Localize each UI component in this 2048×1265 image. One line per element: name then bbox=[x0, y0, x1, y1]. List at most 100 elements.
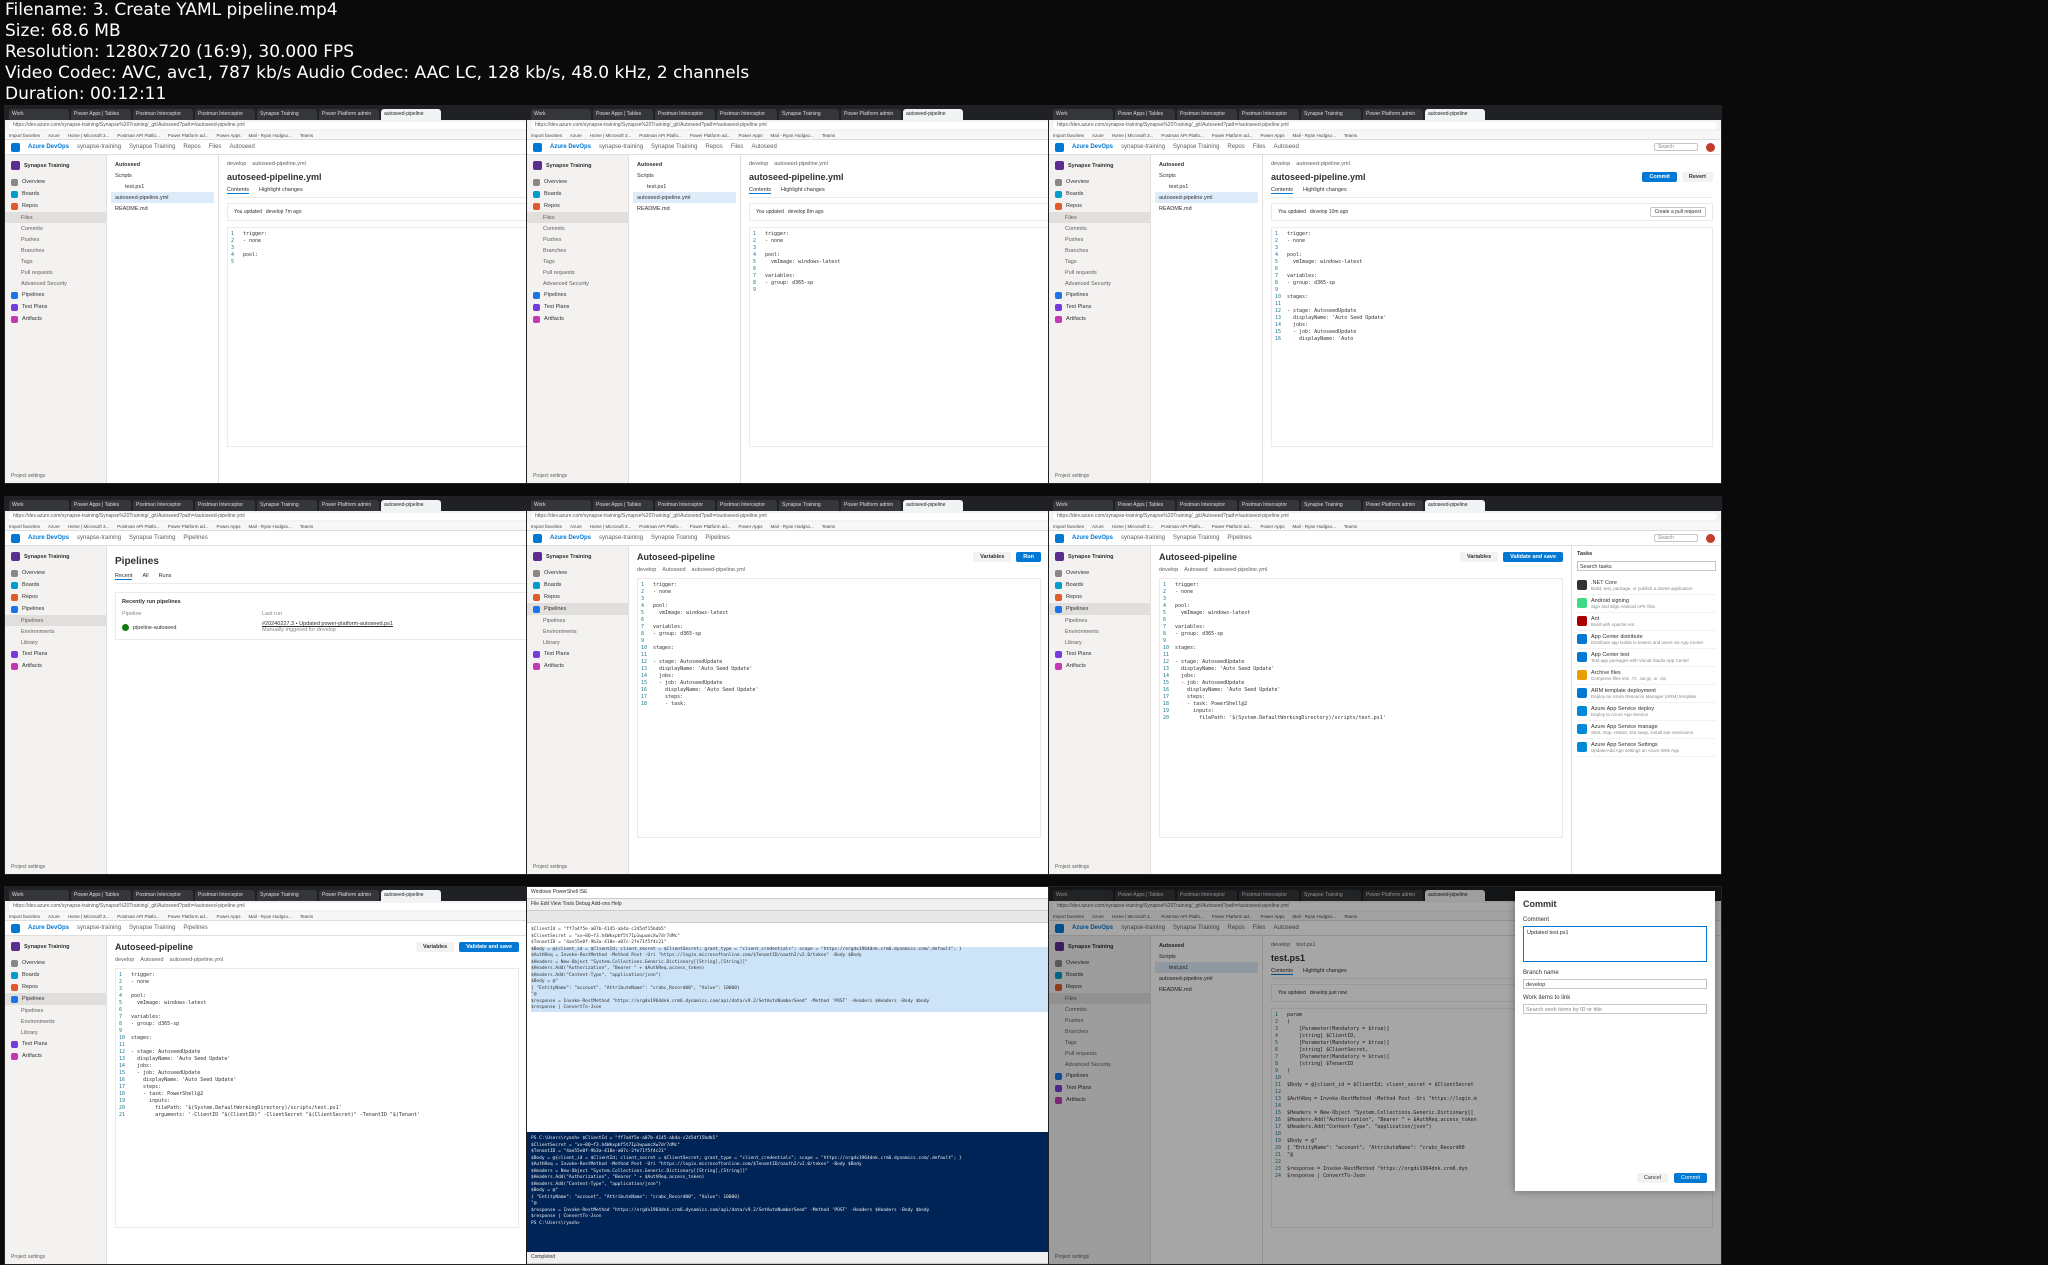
task-item[interactable]: ARM template deploymentDeploy an Azure R… bbox=[1577, 685, 1716, 703]
browser-tab[interactable]: Power Apps | Tables bbox=[71, 109, 131, 120]
breadcrumb-item[interactable]: Synapse Training bbox=[129, 535, 175, 541]
avatar[interactable] bbox=[1706, 142, 1715, 152]
run-button[interactable]: Validate and save bbox=[459, 942, 519, 952]
tab-highlight-changes[interactable]: Highlight changes bbox=[781, 187, 825, 194]
sidebar-item-repos[interactable]: Repos bbox=[5, 591, 106, 603]
sidebar-item-overview[interactable]: Overview bbox=[1049, 567, 1150, 579]
bookmark[interactable]: Power Platform ad... bbox=[690, 524, 731, 529]
browser-tab[interactable]: Work bbox=[9, 109, 69, 120]
breadcrumb-item[interactable]: synapse-training bbox=[1121, 535, 1165, 541]
sidebar-item-overview[interactable]: Overview bbox=[5, 176, 106, 188]
browser-tab[interactable]: autoseed-pipeline bbox=[381, 890, 441, 901]
browser-tab[interactable]: Work bbox=[531, 109, 591, 120]
sidebar-item-commits[interactable]: Commits bbox=[527, 223, 628, 234]
browser-tab[interactable]: autoseed-pipeline bbox=[381, 109, 441, 120]
browser-tab[interactable]: Power Apps | Tables bbox=[71, 500, 131, 511]
sidebar-item-test-plans[interactable]: Test Plans bbox=[527, 648, 628, 660]
sidebar-item-boards[interactable]: Boards bbox=[1049, 579, 1150, 591]
breadcrumb-item[interactable]: Files bbox=[209, 144, 222, 150]
sidebar-item-pipelines[interactable]: Pipelines bbox=[1049, 289, 1150, 301]
breadcrumb-item[interactable]: Synapse Training bbox=[651, 144, 697, 150]
search-input[interactable]: Search bbox=[1654, 143, 1698, 151]
bookmark[interactable]: Power Platform ad... bbox=[168, 133, 209, 138]
file-readme[interactable]: README.md bbox=[111, 203, 214, 214]
bookmark[interactable]: Azure bbox=[1092, 133, 1104, 138]
sidebar-item-library[interactable]: Library bbox=[5, 637, 106, 648]
sidebar-item-pull-requests[interactable]: Pull requests bbox=[527, 267, 628, 278]
sidebar-item-tags[interactable]: Tags bbox=[1049, 256, 1150, 267]
banner-branch[interactable]: develop 10m ago bbox=[1310, 209, 1348, 215]
bookmark[interactable]: Postman API Platfo... bbox=[1161, 524, 1204, 529]
breadcrumb-item[interactable]: Autoseed bbox=[1273, 144, 1298, 150]
azure-devops-logo[interactable] bbox=[11, 923, 20, 933]
sidebar-item-repos[interactable]: Repos bbox=[5, 981, 106, 993]
sidebar-item-artifacts[interactable]: Artifacts bbox=[1049, 660, 1150, 672]
breadcrumb-item[interactable]: Synapse Training bbox=[129, 144, 175, 150]
sidebar-item-overview[interactable]: Overview bbox=[5, 957, 106, 969]
bookmark[interactable]: Mail - Ryan Hodgso... bbox=[771, 524, 814, 529]
bookmark[interactable]: Mail - Ryan Hodgso... bbox=[771, 133, 814, 138]
commit-confirm-button[interactable]: Commit bbox=[1674, 1173, 1707, 1183]
breadcrumb-item[interactable]: synapse-training bbox=[1121, 144, 1165, 150]
variables-button[interactable]: Variables bbox=[973, 552, 1012, 562]
folder-scripts[interactable]: Scripts bbox=[633, 170, 736, 181]
sidebar-item-pipelines[interactable]: Pipelines bbox=[5, 993, 106, 1005]
sidebar-item-pipelines[interactable]: Pipelines bbox=[527, 289, 628, 301]
sidebar-item-test-plans[interactable]: Test Plans bbox=[1049, 648, 1150, 660]
browser-tab[interactable]: Postman Interceptor bbox=[1177, 109, 1237, 120]
project-header[interactable]: Synapse Training bbox=[1049, 159, 1150, 172]
bookmark[interactable]: Power Platform ad... bbox=[1212, 524, 1253, 529]
sidebar-item-repos[interactable]: Repos bbox=[1049, 591, 1150, 603]
breadcrumb-item[interactable]: synapse-training bbox=[77, 925, 121, 931]
browser-tab[interactable]: Power Platform admin bbox=[319, 109, 379, 120]
browser-tab[interactable]: Postman Interceptor bbox=[133, 500, 193, 511]
bookmark[interactable]: Import favorites bbox=[531, 524, 562, 529]
breadcrumb-item[interactable]: synapse-training bbox=[77, 144, 121, 150]
browser-tab[interactable]: Synapse Training bbox=[257, 109, 317, 120]
browser-tab[interactable]: Power Platform admin bbox=[1363, 500, 1423, 511]
sidebar-item-pull-requests[interactable]: Pull requests bbox=[5, 267, 106, 278]
project-header[interactable]: Synapse Training bbox=[527, 550, 628, 563]
variables-button[interactable]: Variables bbox=[415, 942, 455, 952]
bookmark[interactable]: Azure bbox=[570, 133, 582, 138]
sidebar-item-pipelines[interactable]: Pipelines bbox=[527, 603, 628, 615]
sidebar-item-boards[interactable]: Boards bbox=[1049, 188, 1150, 200]
address-bar[interactable]: https://dev.azure.com/synapse-training/S… bbox=[1053, 122, 1717, 129]
bookmark[interactable]: Import favorites bbox=[9, 914, 40, 919]
azure-devops-logo[interactable] bbox=[11, 142, 20, 152]
sidebar-item-pipelines[interactable]: Pipelines bbox=[5, 289, 106, 301]
sidebar-item-library[interactable]: Library bbox=[1049, 637, 1150, 648]
sidebar-item-pushes[interactable]: Pushes bbox=[1049, 234, 1150, 245]
breadcrumb-item[interactable]: Autoseed bbox=[751, 144, 776, 150]
breadcrumb-item[interactable]: Synapse Training bbox=[129, 925, 175, 931]
azure-devops-logo[interactable] bbox=[533, 142, 542, 152]
browser-tab[interactable]: Postman Interceptor bbox=[717, 500, 777, 511]
bookmark[interactable]: Mail - Ryan Hodgso... bbox=[1293, 133, 1336, 138]
sidebar-item-files[interactable]: Files bbox=[5, 212, 106, 223]
banner-branch[interactable]: develop 8m ago bbox=[788, 209, 824, 215]
variables-button[interactable]: Variables bbox=[1459, 552, 1499, 562]
browser-tab[interactable]: Power Platform admin bbox=[319, 890, 379, 901]
bookmark[interactable]: Power Platform ad... bbox=[690, 133, 731, 138]
task-item[interactable]: Azure App Service deployDeploy to Azure … bbox=[1577, 703, 1716, 721]
sidebar-item-pipelines[interactable]: Pipelines bbox=[5, 1005, 106, 1016]
sidebar-item-overview[interactable]: Overview bbox=[1049, 176, 1150, 188]
breadcrumb-item[interactable]: Synapse Training bbox=[1173, 535, 1219, 541]
browser-tab[interactable]: Work bbox=[1053, 500, 1113, 511]
bookmark[interactable]: Azure bbox=[570, 524, 582, 529]
browser-tab[interactable]: Synapse Training bbox=[257, 890, 317, 901]
browser-tab[interactable]: Power Apps | Tables bbox=[593, 500, 653, 511]
browser-tab[interactable]: Work bbox=[9, 890, 69, 901]
sidebar-item-commits[interactable]: Commits bbox=[5, 223, 106, 234]
tab-recent[interactable]: Recent bbox=[115, 573, 133, 580]
sidebar-item-branches[interactable]: Branches bbox=[527, 245, 628, 256]
azure-devops-logo[interactable] bbox=[11, 533, 20, 543]
browser-tab[interactable]: Postman Interceptor bbox=[717, 109, 777, 120]
bookmark[interactable]: Teams bbox=[300, 914, 313, 919]
breadcrumb-item[interactable]: Pipelines bbox=[1227, 535, 1251, 541]
sidebar-item-overview[interactable]: Overview bbox=[527, 176, 628, 188]
branch-selector[interactable]: develop bbox=[1271, 161, 1290, 167]
breadcrumb-item[interactable]: synapse-training bbox=[77, 535, 121, 541]
bookmark[interactable]: Azure bbox=[1092, 524, 1104, 529]
project-header[interactable]: Synapse Training bbox=[1049, 550, 1150, 563]
